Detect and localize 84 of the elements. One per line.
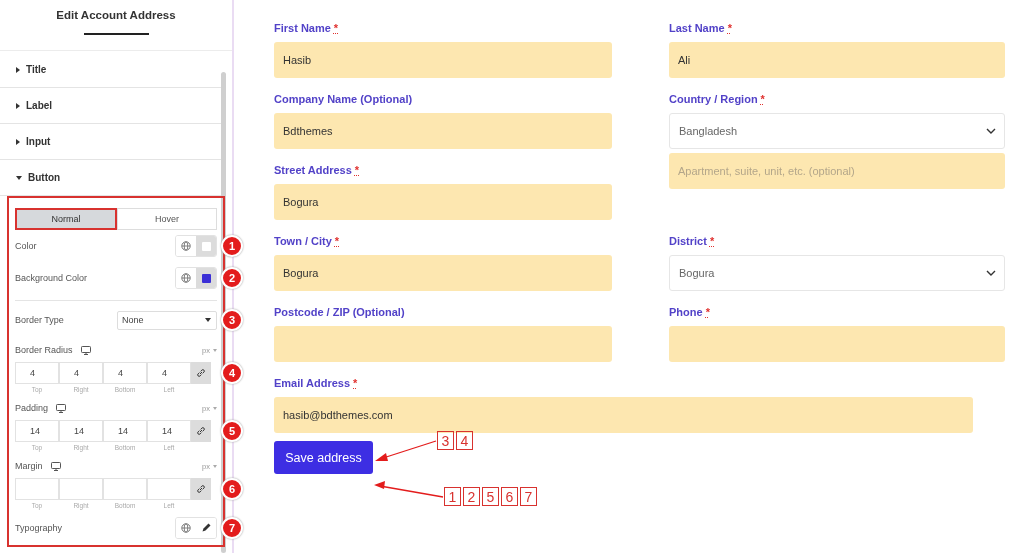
number-tag: 1	[444, 487, 461, 506]
dimension-input[interactable]	[59, 478, 103, 500]
state-tab[interactable]: Hover	[117, 208, 217, 230]
dimension-input[interactable]: 14	[59, 420, 103, 442]
dimension-input[interactable]: 4	[59, 362, 103, 384]
caret-right-icon	[16, 138, 20, 145]
dimension-input[interactable]	[15, 478, 59, 500]
field-label: Email Address *	[274, 377, 359, 391]
save-button[interactable]: Save address	[274, 441, 373, 474]
input-field[interactable]: hasib@bdthemes.com	[274, 397, 973, 433]
dimension-input[interactable]: 4	[15, 362, 59, 384]
caret-icon	[205, 318, 211, 322]
pencil-icon	[201, 523, 211, 533]
link-button[interactable]	[191, 420, 211, 442]
select-field[interactable]: Bangladesh	[669, 113, 1005, 149]
dimension-input[interactable]: 14	[147, 420, 191, 442]
input-field[interactable]: Apartment, suite, unit, etc. (optional)	[669, 153, 1005, 189]
color-picker[interactable]	[196, 268, 216, 288]
link-icon	[196, 426, 206, 436]
number-badge: 2	[221, 267, 243, 289]
number-badge: 5	[221, 420, 243, 442]
input-field[interactable]: Bogura	[274, 184, 612, 220]
input-field[interactable]: Ali	[669, 42, 1005, 78]
chevron-down-icon	[986, 270, 996, 276]
monitor-icon[interactable]	[80, 345, 91, 355]
number-tag: 5	[482, 487, 499, 506]
dimension-input[interactable]	[103, 478, 147, 500]
monitor-icon[interactable]	[56, 403, 67, 413]
link-button[interactable]	[191, 478, 211, 500]
monitor-icon[interactable]	[50, 461, 61, 471]
chevron-down-icon	[986, 128, 996, 134]
globe-icon	[181, 273, 191, 283]
select-field[interactable]: None	[117, 310, 217, 330]
field-label: Last Name *	[669, 22, 733, 36]
input-field[interactable]: Bdthemes	[274, 113, 612, 149]
control-label: Border Type	[15, 315, 64, 325]
control-label: Color	[15, 241, 37, 251]
number-tag: 3	[437, 431, 454, 450]
dimension-input[interactable]: 4	[103, 362, 147, 384]
number-badge: 7	[221, 517, 243, 539]
select-field[interactable]: Bogura	[669, 255, 1005, 291]
field-label: Company Name (Optional)	[274, 93, 414, 107]
dimension-input[interactable]: 14	[103, 420, 147, 442]
number-badge: 4	[221, 362, 243, 384]
number-tag: 7	[520, 487, 537, 506]
color-picker[interactable]	[196, 236, 216, 256]
dimension-input[interactable]: 4	[147, 362, 191, 384]
field-label: Town / City *	[274, 235, 341, 249]
caret-down-icon	[16, 175, 22, 180]
control-label: Margin	[15, 461, 43, 471]
field-label: Street Address *	[274, 164, 361, 178]
field-label: Country / Region *	[669, 93, 766, 107]
dimension-input[interactable]	[147, 478, 191, 500]
arrow	[375, 440, 437, 461]
control-label: Border Radius	[15, 345, 73, 355]
field-label: Postcode / ZIP (Optional)	[274, 306, 406, 320]
input-field[interactable]: Bogura	[274, 255, 612, 291]
input-field[interactable]	[274, 326, 612, 362]
field-label: First Name *	[274, 22, 340, 36]
caret-right-icon	[16, 102, 20, 109]
state-tab[interactable]: Normal	[15, 208, 117, 230]
dimension-input[interactable]: 14	[15, 420, 59, 442]
panel-title: Edit Account Address	[56, 9, 176, 21]
number-tag: 2	[463, 487, 480, 506]
link-icon	[196, 484, 206, 494]
globe-icon	[181, 523, 191, 533]
active-tab-indicator	[83, 33, 149, 35]
control-label: Background Color	[15, 273, 88, 283]
control-label: Typography	[15, 523, 63, 533]
number-badge: 6	[221, 478, 243, 500]
globe-icon	[181, 241, 191, 251]
input-field[interactable]: Hasib	[274, 42, 612, 78]
number-tag: 6	[501, 487, 518, 506]
number-badge: 3	[221, 309, 243, 331]
field-label: District *	[669, 235, 716, 249]
caret-right-icon	[16, 66, 20, 73]
link-button[interactable]	[191, 362, 211, 384]
field-label: Phone *	[669, 306, 711, 320]
control-label: Padding	[15, 403, 49, 413]
arrow	[374, 481, 444, 498]
input-field[interactable]	[669, 326, 1005, 362]
number-tag: 4	[456, 431, 473, 450]
number-badge: 1	[221, 235, 243, 257]
link-icon	[196, 368, 206, 378]
